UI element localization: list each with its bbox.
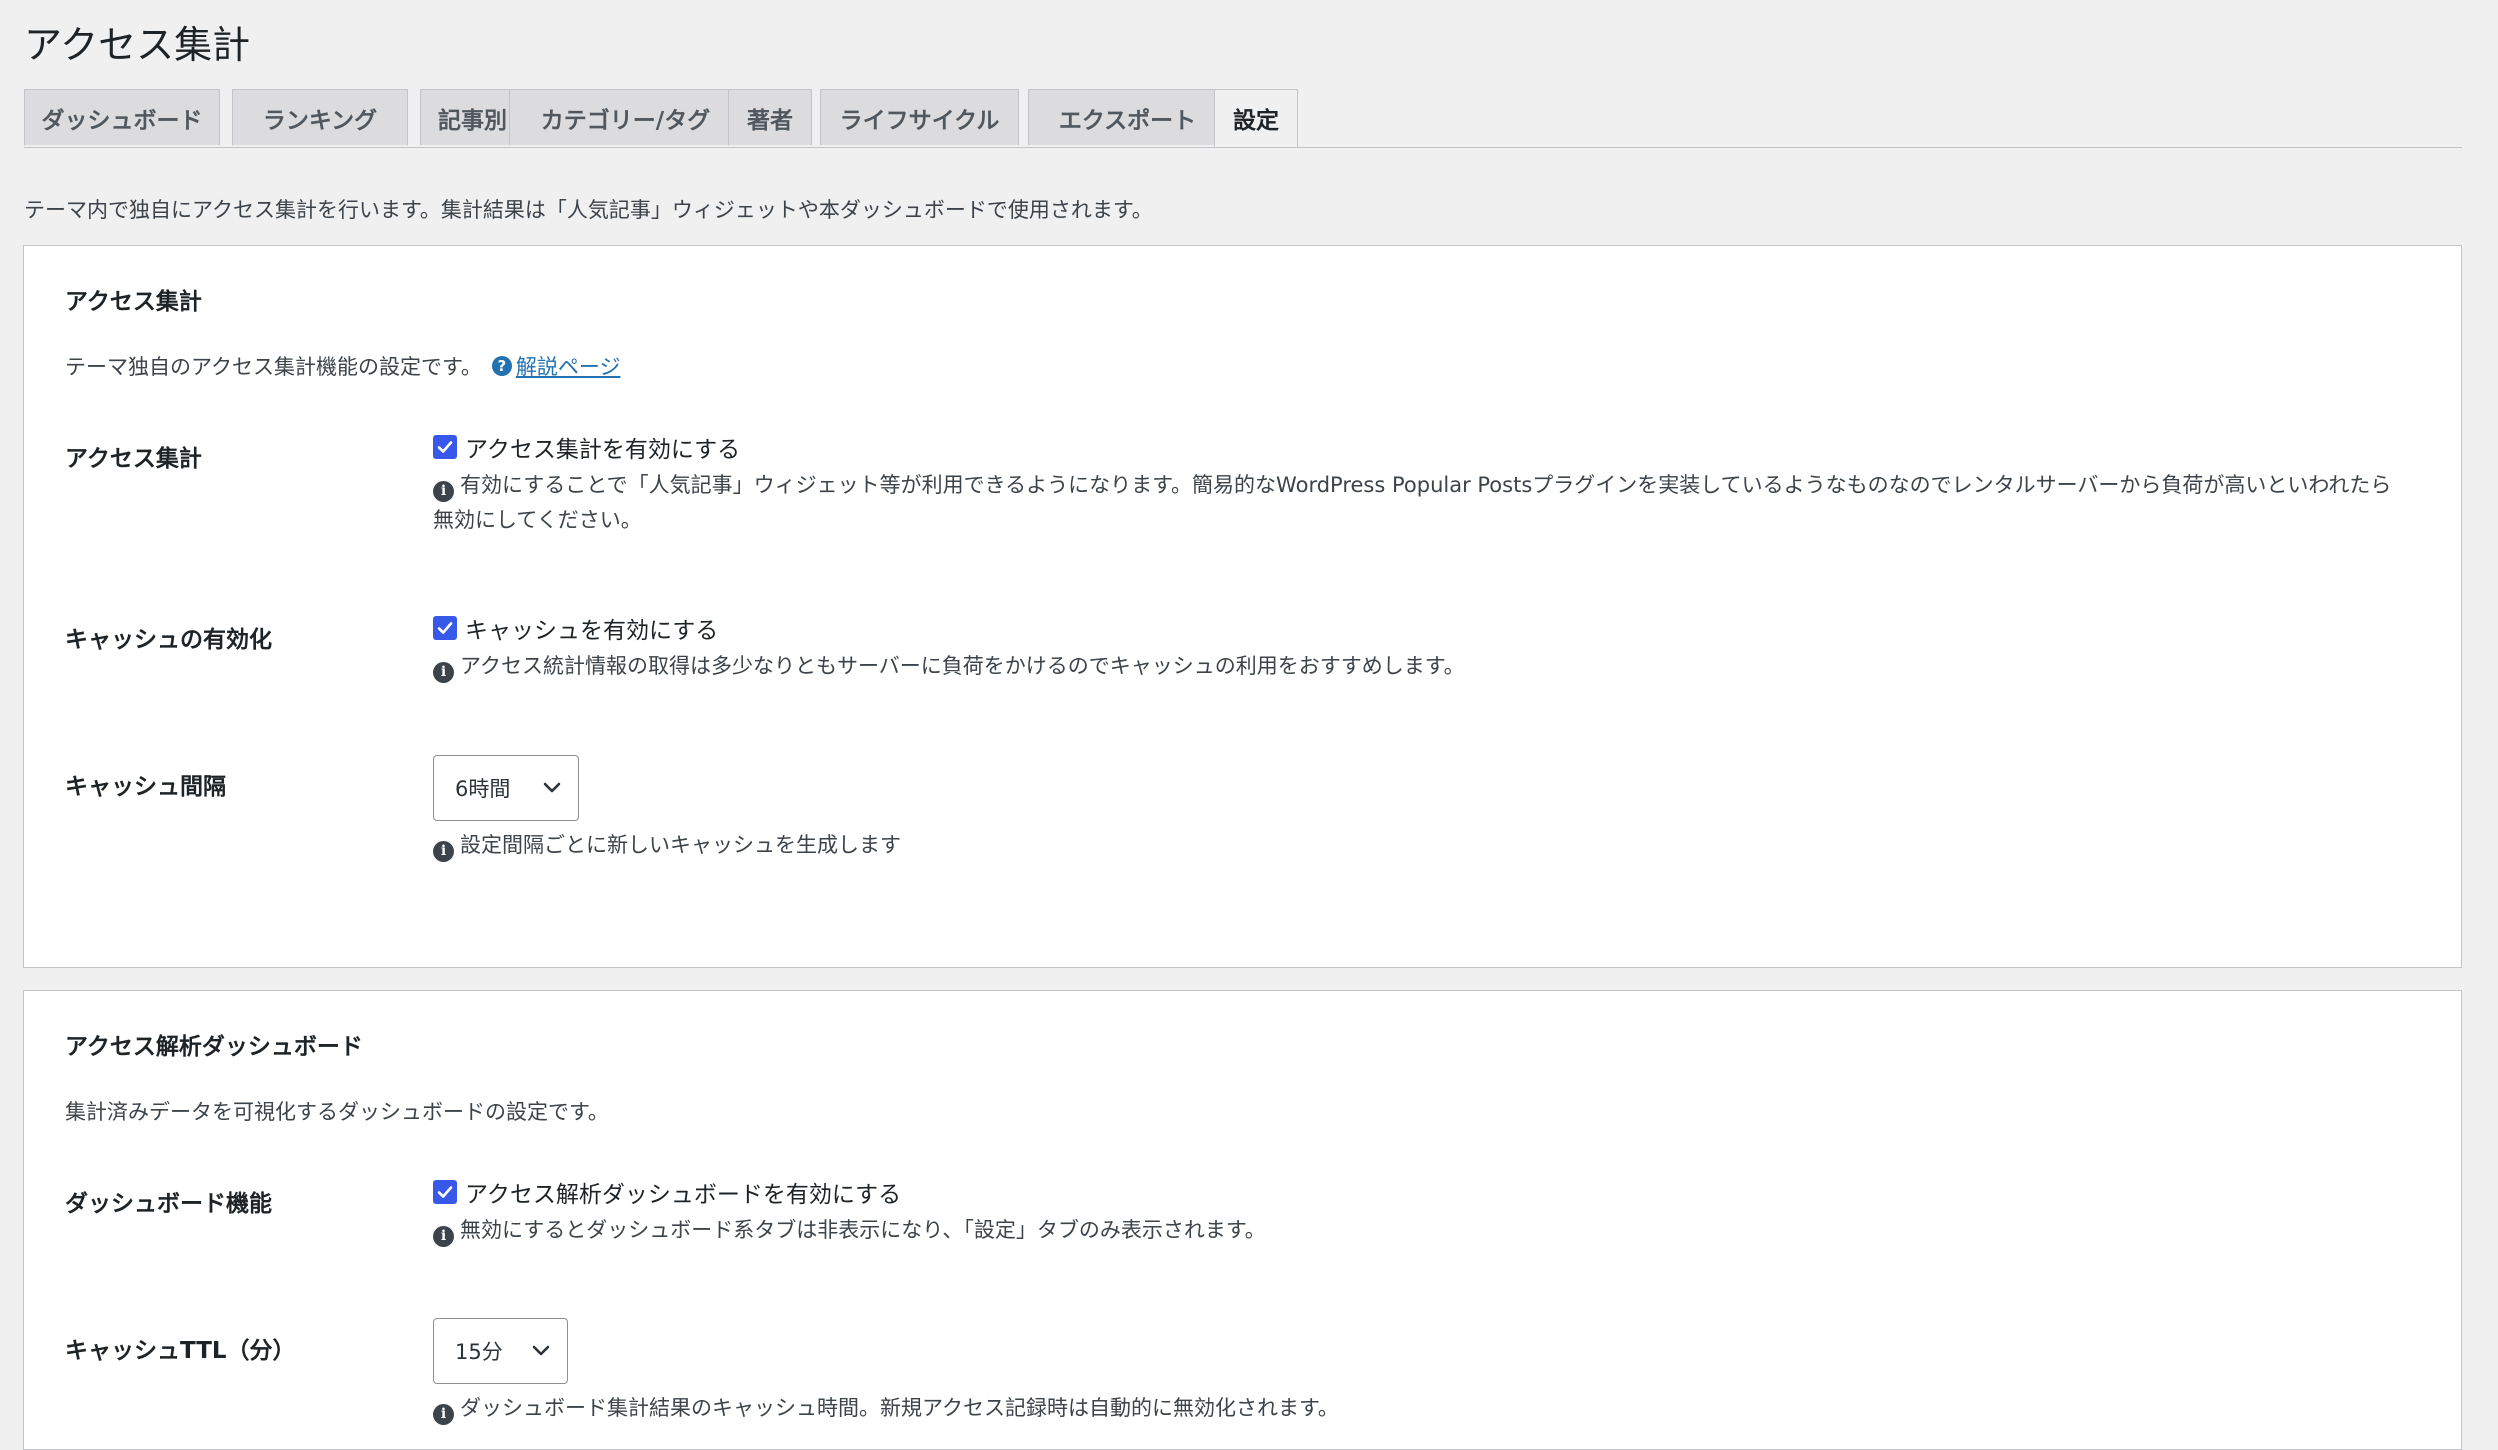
section-description: 集計済みデータを可視化するダッシュボードの設定です。 [65, 1096, 609, 1126]
dashboard-feature-note: i 無効にするとダッシュボード系タブは非表示になり、「設定」タブのみ表示されます。 [433, 1213, 2411, 1248]
dashboard-settings-panel: アクセス解析ダッシュボード 集計済みデータを可視化するダッシュボードの設定です。… [23, 990, 2462, 1450]
cache-ttl-note: i ダッシュボード集計結果のキャッシュ時間。新規アクセス記録時は自動的に無効化され… [433, 1391, 2411, 1426]
cache-enable-label: キャッシュの有効化 [65, 627, 272, 653]
tab-dashboard[interactable]: ダッシュボード [24, 89, 220, 145]
info-circle-icon: i [433, 841, 454, 862]
section-description-text: 集計済みデータを可視化するダッシュボードの設定です。 [65, 1100, 609, 1124]
access-enable-checkbox-label: アクセス集計を有効にする [465, 437, 741, 463]
cache-ttl-note-text: ダッシュボード集計結果のキャッシュ時間。新規アクセス記録時は自動的に無効化されま… [460, 1396, 1339, 1420]
access-enable-field: アクセス集計を有効にする i 有効にすることで「人気記事」ウィジェット等が利用でき… [433, 430, 2411, 538]
chevron-down-icon [543, 782, 561, 793]
dashboard-feature-label: ダッシュボード機能 [65, 1191, 272, 1217]
help-page-link-text: 解説ページ [515, 355, 621, 379]
cache-ttl-field: 15分 i ダッシュボード集計結果のキャッシュ時間。新規アクセス記録時は自動的に無… [433, 1318, 2411, 1426]
section-title: アクセス解析ダッシュボード [65, 1034, 363, 1060]
cache-interval-select-value: 6時間 [455, 777, 511, 801]
dashboard-feature-checkbox-label: アクセス解析ダッシュボードを有効にする [465, 1182, 902, 1208]
dashboard-feature-field: アクセス解析ダッシュボードを有効にする i 無効にするとダッシュボード系タブは非表… [433, 1175, 2411, 1248]
cache-interval-field: 6時間 i 設定間隔ごとに新しいキャッシュを生成します [433, 755, 2411, 863]
cache-enable-checkbox[interactable] [433, 616, 457, 640]
cache-interval-label: キャッシュ間隔 [65, 774, 226, 800]
cache-enable-field: キャッシュを有効にする i アクセス統計情報の取得は多少なりともサーバーに負荷をか… [433, 611, 2411, 684]
section-description: テーマ独自のアクセス集計機能の設定です。 ? 解説ページ [65, 351, 620, 381]
access-enable-note-text: 有効にすることで「人気記事」ウィジェット等が利用できるようになります。簡易的なW… [433, 473, 2392, 532]
tab-ranking[interactable]: ランキング [232, 89, 408, 145]
cache-ttl-select[interactable]: 15分 [433, 1318, 568, 1384]
access-enable-label: アクセス集計 [65, 446, 202, 472]
cache-interval-select[interactable]: 6時間 [433, 755, 579, 821]
checkmark-icon [437, 441, 453, 453]
cache-enable-note-text: アクセス統計情報の取得は多少なりともサーバーに負荷をかけるのでキャッシュの利用を… [460, 654, 1465, 678]
dashboard-feature-checkbox-row: アクセス解析ダッシュボードを有効にする [433, 1175, 2411, 1209]
access-enable-checkbox[interactable] [433, 435, 457, 459]
chevron-down-icon [532, 1345, 550, 1356]
cache-enable-note: i アクセス統計情報の取得は多少なりともサーバーに負荷をかけるのでキャッシュの利用… [433, 649, 2411, 684]
info-circle-icon: i [433, 662, 454, 683]
help-page-link[interactable]: ? 解説ページ [491, 351, 621, 381]
page-intro: テーマ内で独自にアクセス集計を行います。集計結果は「人気記事」ウィジェットや本ダ… [24, 198, 1153, 222]
cache-ttl-label: キャッシュTTL（分） [65, 1338, 296, 1364]
info-circle-icon: i [433, 481, 454, 502]
info-circle-icon: i [433, 1404, 454, 1425]
cache-enable-checkbox-label: キャッシュを有効にする [465, 618, 719, 644]
page-title: アクセス集計 [24, 23, 251, 67]
access-settings-panel: アクセス集計 テーマ独自のアクセス集計機能の設定です。 ? 解説ページ アクセス… [23, 245, 2462, 968]
cache-interval-note-text: 設定間隔ごとに新しいキャッシュを生成します [460, 833, 901, 857]
section-description-text: テーマ独自のアクセス集計機能の設定です。 [65, 355, 482, 379]
tab-lifecycle[interactable]: ライフサイクル [820, 89, 1019, 145]
info-circle-icon: i [433, 1226, 454, 1247]
access-enable-note: i 有効にすることで「人気記事」ウィジェット等が利用できるようになります。簡易的な… [433, 468, 2411, 538]
question-circle-icon: ? [491, 356, 512, 376]
cache-ttl-select-value: 15分 [455, 1340, 503, 1364]
tab-author[interactable]: 著者 [728, 89, 812, 145]
dashboard-feature-checkbox[interactable] [433, 1180, 457, 1204]
settings-tabs: ダッシュボード ランキング 記事別 カテゴリー/タグ 著者 ライフサイクル エク… [24, 89, 2462, 148]
checkmark-icon [437, 1186, 453, 1198]
tab-settings[interactable]: 設定 [1214, 89, 1298, 147]
cache-interval-note: i 設定間隔ごとに新しいキャッシュを生成します [433, 828, 2411, 863]
tab-category-tag[interactable]: カテゴリー/タグ [509, 89, 742, 145]
tab-export[interactable]: エクスポート [1028, 89, 1227, 145]
cache-enable-checkbox-row: キャッシュを有効にする [433, 611, 2411, 645]
access-enable-checkbox-row: アクセス集計を有効にする [433, 430, 2411, 464]
section-title: アクセス集計 [65, 289, 202, 315]
checkmark-icon [437, 622, 453, 634]
dashboard-feature-note-text: 無効にするとダッシュボード系タブは非表示になり、「設定」タブのみ表示されます。 [460, 1218, 1266, 1242]
